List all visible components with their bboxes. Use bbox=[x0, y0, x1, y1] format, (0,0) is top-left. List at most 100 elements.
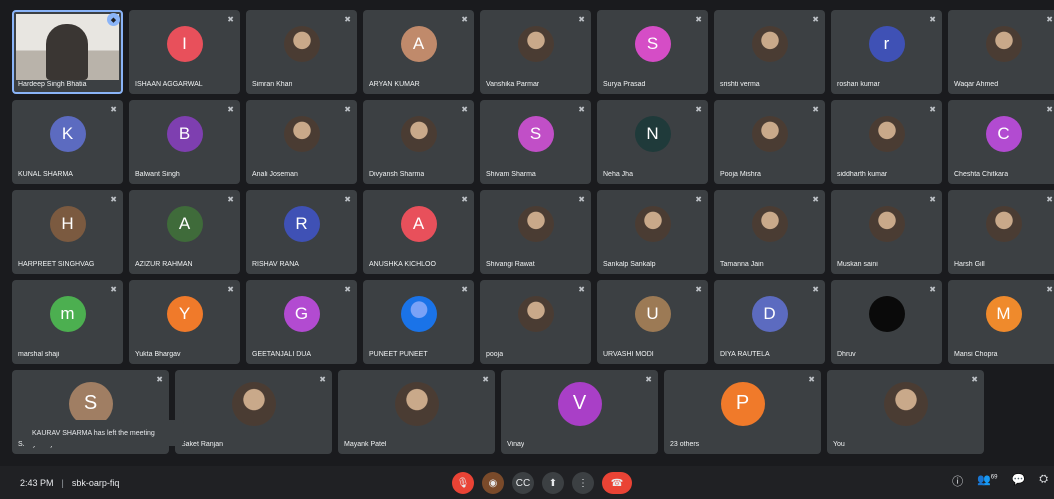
activities-icon[interactable]: ⛭ bbox=[1039, 473, 1048, 489]
avatar: U bbox=[634, 295, 671, 332]
mic-off-icon: ✖ bbox=[1046, 105, 1053, 114]
participant-tile[interactable]: S ✖ Surya Prasad bbox=[597, 10, 708, 94]
people-count: 69 bbox=[990, 474, 998, 481]
participant-tile[interactable]: ✖ Muskan saini bbox=[831, 190, 942, 274]
avatar bbox=[283, 25, 320, 62]
participant-tile[interactable]: r ✖ roshan kumar bbox=[831, 10, 942, 94]
participant-tile[interactable]: K ✖ KUNAL SHARMA bbox=[12, 100, 123, 184]
participant-tile[interactable]: A ✖ ANUSHKA KICHLOO bbox=[363, 190, 474, 274]
mic-off-icon: ✖ bbox=[695, 285, 702, 294]
participant-tile[interactable]: m ✖ marshal shaji bbox=[12, 280, 123, 364]
participant-name: srishti verma bbox=[720, 81, 760, 88]
avatar bbox=[751, 205, 788, 242]
participant-tile[interactable]: Y ✖ Yukta Bhargav bbox=[129, 280, 240, 364]
mic-toggle-button[interactable]: 🎙 bbox=[452, 472, 474, 494]
captions-button[interactable]: CC bbox=[512, 472, 534, 494]
participant-tile[interactable]: ✖ Divyansh Sharma bbox=[363, 100, 474, 184]
participant-tile[interactable]: ✖ Waqar Ahmed bbox=[948, 10, 1054, 94]
participant-tile[interactable]: C ✖ Cheshta Chitkara bbox=[948, 100, 1054, 184]
mic-off-icon: ✖ bbox=[227, 105, 234, 114]
participant-tile[interactable]: ✖ Anali Joseman bbox=[246, 100, 357, 184]
participant-tile[interactable]: ✖ Simran Khan bbox=[246, 10, 357, 94]
participant-tile[interactable]: V ✖ Vinay bbox=[501, 370, 658, 454]
mic-off-icon: ✖ bbox=[578, 15, 585, 24]
mic-off-icon: ✖ bbox=[227, 195, 234, 204]
mic-off-icon: ✖ bbox=[227, 15, 234, 24]
participant-tile[interactable]: G ✖ GEETANJALI DUA bbox=[246, 280, 357, 364]
participant-tile[interactable]: ✖ Saket Ranjan bbox=[175, 370, 332, 454]
participant-tile[interactable]: ✖ Sankalp Sankalp bbox=[597, 190, 708, 274]
participant-tile[interactable]: P ✖ 23 others bbox=[664, 370, 821, 454]
participant-tile[interactable]: M ✖ Mansi Chopra bbox=[948, 280, 1054, 364]
mic-off-icon: ✖ bbox=[929, 285, 936, 294]
participant-name: KUNAL SHARMA bbox=[18, 171, 73, 178]
avatar: A bbox=[400, 25, 437, 62]
meeting-code[interactable]: sbk-oarp-fiq bbox=[72, 478, 120, 488]
participant-tile[interactable]: A ✖ AZIZUR RAHMAN bbox=[129, 190, 240, 274]
participant-tile[interactable]: ✖ srishti verma bbox=[714, 10, 825, 94]
participant-tile[interactable]: ✖ pooja bbox=[480, 280, 591, 364]
mic-off-icon: ✖ bbox=[645, 375, 652, 384]
present-button[interactable]: ⬆ bbox=[542, 472, 564, 494]
participant-tile[interactable]: N ✖ Neha Jha bbox=[597, 100, 708, 184]
mic-off-icon: ✖ bbox=[1046, 195, 1053, 204]
participant-tile[interactable]: ✖ Shivangi Rawat bbox=[480, 190, 591, 274]
mic-off-icon: ✖ bbox=[461, 195, 468, 204]
avatar: S bbox=[517, 115, 554, 152]
more-options-button[interactable]: ⋮ bbox=[572, 472, 594, 494]
avatar: G bbox=[283, 295, 320, 332]
participant-tile[interactable]: I ✖ ISHAAN AGGARWAL bbox=[129, 10, 240, 94]
participant-name: AZIZUR RAHMAN bbox=[135, 261, 193, 268]
people-icon[interactable]: 👥69 bbox=[977, 473, 997, 489]
avatar bbox=[517, 205, 554, 242]
participant-tile[interactable]: B ✖ Balwant Singh bbox=[129, 100, 240, 184]
participant-name: Mayank Patel bbox=[344, 441, 387, 448]
participant-tile[interactable]: ✖ siddharth kumar bbox=[831, 100, 942, 184]
participant-name: HARPREET SINGHVAG bbox=[18, 261, 95, 268]
avatar: D bbox=[751, 295, 788, 332]
avatar bbox=[283, 115, 320, 152]
mic-off-icon: ✖ bbox=[344, 15, 351, 24]
mic-off-icon: ✖ bbox=[344, 285, 351, 294]
mic-off-icon: ✖ bbox=[695, 105, 702, 114]
participant-tile[interactable]: U ✖ URVASHI MODI bbox=[597, 280, 708, 364]
participant-name: Muskan saini bbox=[837, 261, 878, 268]
participant-tile[interactable]: R ✖ RISHAV RANA bbox=[246, 190, 357, 274]
participant-tile[interactable]: H ✖ HARPREET SINGHVAG bbox=[12, 190, 123, 274]
participant-tile[interactable]: ✖ PUNEET PUNEET bbox=[363, 280, 474, 364]
mic-off-icon: ✖ bbox=[812, 285, 819, 294]
participant-name: Surya Prasad bbox=[603, 81, 646, 88]
participant-name: PUNEET PUNEET bbox=[369, 351, 428, 358]
mic-off-icon: ✖ bbox=[812, 105, 819, 114]
left-meeting-toast: KAURAV SHARMA has left the meeting bbox=[22, 420, 184, 446]
participant-tile[interactable]: ✖ You bbox=[827, 370, 984, 454]
bottom-bar: 2:43 PM | sbk-oarp-fiq 🎙 ◉ CC ⬆ ⋮ ☎ ⓘ 👥6… bbox=[0, 466, 1054, 499]
participant-tile[interactable]: ✖ Dhruv bbox=[831, 280, 942, 364]
participant-tile[interactable]: ✖ Tamanna Jain bbox=[714, 190, 825, 274]
side-panel-buttons: ⓘ 👥69 💬 ⛭ bbox=[952, 473, 1048, 489]
pin-icon[interactable]: ◆ bbox=[107, 13, 120, 26]
info-icon[interactable]: ⓘ bbox=[952, 473, 963, 489]
participants-grid: ◆ Hardeep Singh Bhatia I ✖ ISHAAN AGGARWAL ✖ S… bbox=[12, 10, 1054, 454]
participant-tile[interactable]: A ✖ ARYAN KUMAR bbox=[363, 10, 474, 94]
hangup-button[interactable]: ☎ bbox=[602, 472, 632, 494]
participant-tile[interactable]: ✖ Vanshika Parmar bbox=[480, 10, 591, 94]
participant-name: Sankalp Sankalp bbox=[603, 261, 656, 268]
clock: 2:43 PM bbox=[20, 477, 54, 488]
participant-name: ARYAN KUMAR bbox=[369, 81, 420, 88]
camera-toggle-button[interactable]: ◉ bbox=[482, 472, 504, 494]
participant-name: Cheshta Chitkara bbox=[954, 171, 1009, 178]
participant-tile[interactable]: D ✖ DIYA RAUTELA bbox=[714, 280, 825, 364]
participant-name: You bbox=[833, 441, 845, 448]
participant-name: Tamanna Jain bbox=[720, 261, 764, 268]
participant-tile[interactable]: ✖ Harsh Gill bbox=[948, 190, 1054, 274]
avatar bbox=[868, 115, 905, 152]
participant-tile[interactable]: ◆ Hardeep Singh Bhatia bbox=[12, 10, 123, 94]
mic-off-icon: ✖ bbox=[110, 195, 117, 204]
participant-tile[interactable]: S ✖ Shivam Sharma bbox=[480, 100, 591, 184]
chat-icon[interactable]: 💬 bbox=[1011, 473, 1025, 489]
participant-name: Pooja Mishra bbox=[720, 171, 761, 178]
participant-tile[interactable]: ✖ Pooja Mishra bbox=[714, 100, 825, 184]
mic-off-icon: ✖ bbox=[1046, 15, 1053, 24]
participant-tile[interactable]: ✖ Mayank Patel bbox=[338, 370, 495, 454]
